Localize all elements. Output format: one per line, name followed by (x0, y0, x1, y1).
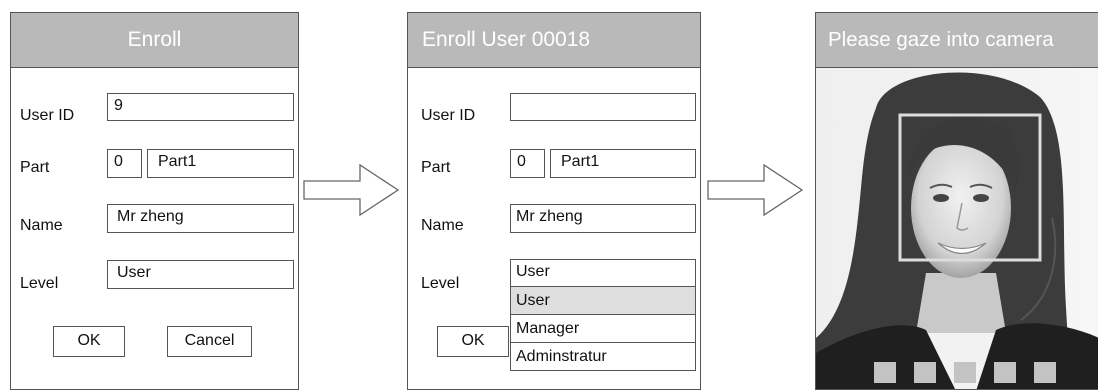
part-number-input[interactable]: 0 (107, 149, 142, 178)
progress-square-4 (994, 362, 1016, 383)
user-id-input[interactable] (510, 93, 696, 121)
user-id-input[interactable]: 9 (107, 93, 294, 121)
camera-instruction-title: Please gaze into camera (816, 13, 1098, 68)
level-select[interactable]: User (107, 260, 294, 289)
ok-button[interactable]: OK (437, 326, 509, 357)
right-arrow-icon (303, 163, 400, 217)
part-name-input[interactable]: Part1 (550, 149, 696, 178)
progress-square-2 (914, 362, 936, 383)
name-input[interactable]: Mr zheng (510, 204, 696, 233)
dropdown-option-manager[interactable]: Manager (511, 314, 695, 342)
face-capture-screen: Please gaze into camera (815, 12, 1098, 390)
enroll-dialog: Enroll User ID 9 Part 0 Part1 Name Mr zh… (10, 12, 299, 390)
enroll-user-dialog: Enroll User 00018 User ID Part 0 Part1 N… (407, 12, 701, 390)
right-arrow-icon (707, 163, 804, 217)
name-label: Name (421, 217, 464, 234)
level-select[interactable]: User (510, 259, 696, 287)
user-id-label: User ID (20, 107, 75, 124)
dialog-title: Enroll User 00018 (408, 13, 700, 68)
user-id-label: User ID (421, 107, 476, 124)
progress-square-1 (874, 362, 896, 383)
part-number-input[interactable]: 0 (510, 149, 545, 178)
level-label: Level (421, 275, 460, 292)
dropdown-option-user[interactable]: User (511, 286, 695, 314)
level-label: Level (20, 275, 59, 292)
name-input[interactable]: Mr zheng (107, 204, 294, 233)
part-label: Part (421, 159, 451, 176)
camera-preview (816, 68, 1098, 389)
ok-button[interactable]: OK (53, 326, 125, 357)
dropdown-option-adminstratur[interactable]: Adminstratur (511, 342, 695, 370)
progress-square-5 (1034, 362, 1056, 383)
part-label: Part (20, 159, 50, 176)
dialog-title: Enroll (11, 13, 298, 68)
level-dropdown-list: User Manager Adminstratur (510, 286, 696, 371)
progress-square-3 (954, 362, 976, 383)
part-name-input[interactable]: Part1 (147, 149, 294, 178)
name-label: Name (20, 217, 63, 234)
cancel-button[interactable]: Cancel (167, 326, 252, 357)
